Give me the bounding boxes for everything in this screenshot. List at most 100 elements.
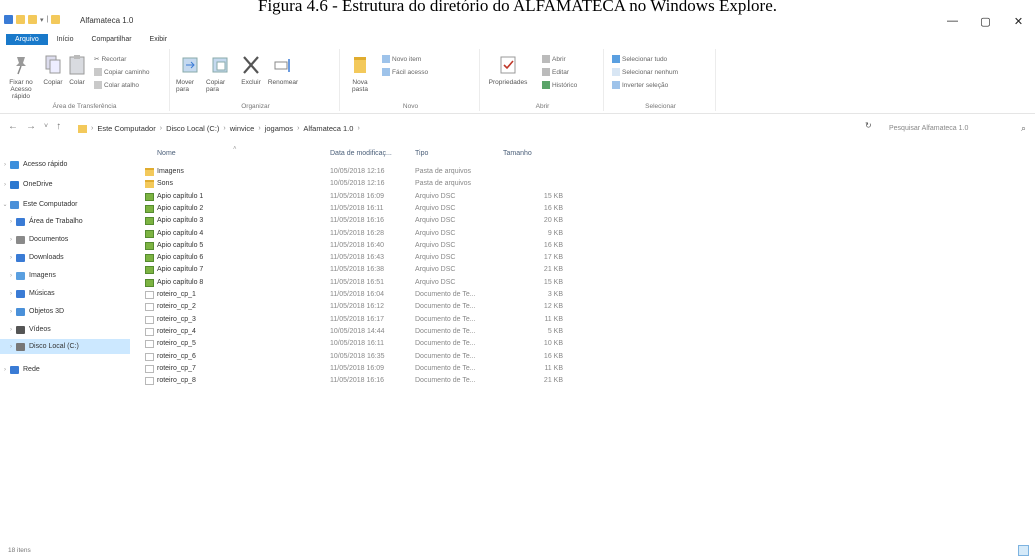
folder-icon[interactable] [16, 15, 25, 24]
chevron-right-icon[interactable]: › [6, 291, 16, 297]
table-row[interactable]: Apio capítulo 6 11/05/2018 16:43 Arquivo D… [143, 252, 603, 264]
chevron-right-icon[interactable]: › [6, 237, 16, 243]
chevron-right-icon[interactable]: › [6, 219, 16, 225]
chevron-down-icon[interactable]: ▾ [40, 16, 44, 24]
table-row[interactable]: Apio capítulo 8 11/05/2018 16:51 Arquivo D… [143, 277, 603, 289]
easy-access-button[interactable]: Fácil acesso [382, 68, 428, 76]
nav-item-downloads[interactable]: › Downloads [0, 250, 130, 265]
column-header-size[interactable]: Tamanho [503, 150, 532, 157]
details-view-button[interactable] [1018, 545, 1029, 556]
table-row[interactable]: roteiro_cp_8 11/05/2018 16:16 Documento de… [143, 375, 603, 387]
maximize-button[interactable]: ▢ [969, 10, 1002, 32]
table-row[interactable]: Apio capítulo 5 11/05/2018 16:40 Arquivo D… [143, 240, 603, 252]
delete-button[interactable]: Excluir [238, 53, 264, 86]
paste-shortcut-button[interactable]: Colar atalho [94, 81, 139, 89]
table-row[interactable]: roteiro_cp_4 10/05/2018 14:44 Documento de… [143, 326, 603, 338]
select-none-button[interactable]: Selecionar nenhum [612, 68, 678, 76]
open-button[interactable]: Abrir [542, 55, 566, 63]
table-row[interactable]: Apio capítulo 7 11/05/2018 16:38 Arquivo D… [143, 264, 603, 276]
chevron-down-icon[interactable]: ⌄ [0, 201, 10, 208]
table-row[interactable]: Sons 10/05/2018 12:16 Pasta de arquivos [143, 178, 603, 190]
tab-file[interactable]: Arquivo [6, 33, 48, 45]
new-folder-button[interactable]: Nova pasta [348, 53, 372, 93]
properties-button[interactable]: Propriedades [486, 53, 530, 86]
edit-icon [542, 68, 550, 76]
edit-button[interactable]: Editar [542, 68, 569, 76]
new-item-button[interactable]: Novo item [382, 55, 421, 63]
search-input[interactable]: Pesquisar Alfamateca 1.0 ⌕ [885, 121, 1030, 136]
file-name: Apio capítulo 5 [157, 241, 204, 249]
table-row[interactable]: roteiro_cp_1 11/05/2018 16:04 Documento de… [143, 289, 603, 301]
breadcrumb-this-pc[interactable]: Este Computador [97, 124, 155, 133]
forward-arrow-icon[interactable]: → [26, 121, 36, 132]
dsc-file-icon [145, 192, 154, 201]
nav-item-network[interactable]: › Rede [0, 362, 130, 377]
new-group: Nova pasta Novo item Fácil acesso Novo [342, 49, 480, 111]
paste-button[interactable]: Colar [66, 53, 88, 86]
table-row[interactable]: Apio capítulo 1 11/05/2018 16:09 Arquivo D… [143, 191, 603, 203]
history-button[interactable]: Histórico [542, 81, 577, 89]
select-all-button[interactable]: Selecionar tudo [612, 55, 667, 63]
chevron-right-icon[interactable]: › [6, 255, 16, 261]
nav-item-music[interactable]: › Músicas [0, 286, 130, 301]
desktop-icon [16, 217, 25, 226]
table-row[interactable]: Apio capítulo 3 11/05/2018 16:16 Arquivo D… [143, 215, 603, 227]
chevron-right-icon[interactable]: › [0, 367, 10, 373]
close-button[interactable]: ✕ [1002, 10, 1035, 32]
table-row[interactable]: roteiro_cp_3 11/05/2018 16:17 Documento de… [143, 314, 603, 326]
back-arrow-icon[interactable]: ← [8, 121, 18, 132]
breadcrumb-alfamateca[interactable]: Alfamateca 1.0 [303, 124, 353, 133]
copy-path-button[interactable]: Copiar caminho [94, 68, 150, 76]
nav-item-quick-access[interactable]: › Acesso rápido [0, 157, 130, 172]
copy-to-button[interactable]: Copiar para [206, 53, 234, 93]
table-row[interactable]: roteiro_cp_6 10/05/2018 16:35 Documento de… [143, 351, 603, 363]
minimize-button[interactable]: — [936, 10, 969, 32]
column-header-date[interactable]: Data de modificaç... [330, 150, 392, 157]
invert-selection-button[interactable]: Inverter seleção [612, 81, 668, 89]
nav-item-videos[interactable]: › Vídeos [0, 322, 130, 337]
nav-item-this-pc[interactable]: ⌄ Este Computador [0, 197, 130, 212]
table-row[interactable]: Imagens 10/05/2018 12:16 Pasta de arquivos [143, 166, 603, 178]
nav-item-local-disk[interactable]: › Disco Local (C:) [0, 339, 130, 354]
table-row[interactable]: Apio capítulo 2 11/05/2018 16:11 Arquivo D… [143, 203, 603, 215]
pin-quick-access-button[interactable]: Fixar no Acesso rápido [4, 53, 38, 100]
chevron-right-icon[interactable]: › [0, 162, 10, 168]
breadcrumb-winvice[interactable]: winvice [230, 124, 255, 133]
new-folder-icon[interactable] [28, 15, 37, 24]
chevron-right-icon[interactable]: › [6, 273, 16, 279]
move-to-button[interactable]: Mover para [176, 53, 204, 93]
chevron-right-icon[interactable]: › [6, 327, 16, 333]
nav-item-pictures[interactable]: › Imagens [0, 268, 130, 283]
column-header-type[interactable]: Tipo [415, 150, 428, 157]
tab-share[interactable]: Compartilhar [82, 34, 140, 45]
delete-x-icon [243, 56, 259, 74]
tab-view[interactable]: Exibir [141, 34, 177, 45]
chevron-right-icon[interactable]: › [6, 309, 16, 315]
breadcrumb-local-disk[interactable]: Disco Local (C:) [166, 124, 219, 133]
table-row[interactable]: Apio capítulo 4 11/05/2018 16:28 Arquivo D… [143, 228, 603, 240]
breadcrumb-jogamos[interactable]: jogamos [265, 124, 293, 133]
table-row[interactable]: roteiro_cp_7 11/05/2018 16:09 Documento de… [143, 363, 603, 375]
nav-item-documents[interactable]: › Documentos [0, 232, 130, 247]
address-bar[interactable]: › Este Computador › Disco Local (C:) › w… [78, 121, 858, 136]
text-document-icon [145, 315, 154, 324]
table-row[interactable]: roteiro_cp_2 11/05/2018 16:12 Documento de… [143, 301, 603, 313]
file-size: 16 KB [543, 241, 563, 249]
file-date: 11/05/2018 16:38 [330, 266, 384, 274]
file-date: 11/05/2018 16:40 [330, 241, 384, 249]
nav-item-3d-objects[interactable]: › Objetos 3D [0, 304, 130, 319]
nav-item-desktop[interactable]: › Área de Trabalho [0, 214, 130, 229]
tab-home[interactable]: Início [48, 34, 83, 45]
cut-button[interactable]: ✂ Recortar [94, 55, 126, 64]
nav-item-onedrive[interactable]: › OneDrive [0, 177, 130, 192]
chevron-right-icon[interactable]: › [0, 182, 10, 188]
rename-button[interactable]: Renomear [268, 53, 298, 86]
table-row[interactable]: roteiro_cp_5 10/05/2018 16:11 Documento de… [143, 338, 603, 350]
recent-chevron-icon[interactable]: ˅ [44, 123, 48, 132]
column-header-name[interactable]: Nome [157, 150, 176, 157]
copy-button[interactable]: Copiar [42, 53, 64, 86]
refresh-button[interactable]: ↻ [865, 121, 872, 130]
up-arrow-icon[interactable]: ↑ [56, 121, 61, 132]
chevron-right-icon[interactable]: › [6, 344, 16, 350]
properties-icon[interactable] [4, 15, 13, 24]
